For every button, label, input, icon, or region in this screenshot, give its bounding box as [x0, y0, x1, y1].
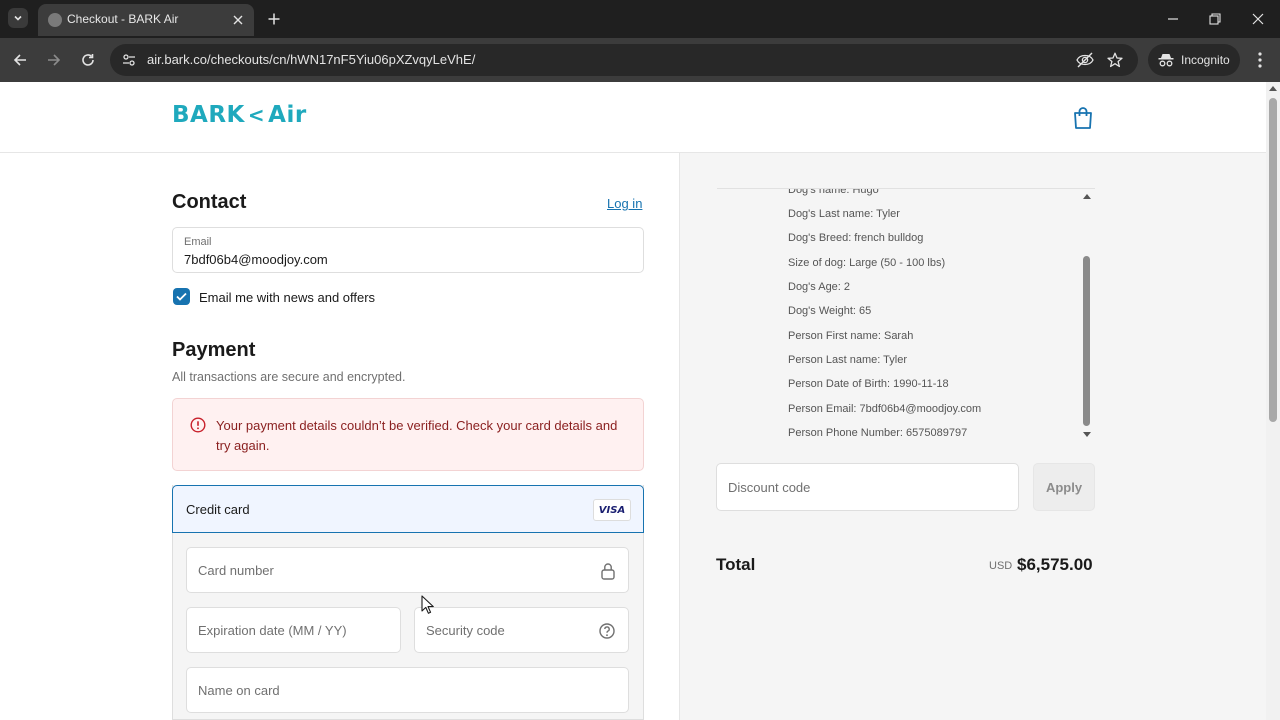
minimize-icon	[1168, 18, 1178, 20]
incognito-icon	[1158, 54, 1174, 67]
detail-line: Dog's Weight: 65	[788, 305, 872, 317]
tune-icon	[123, 54, 135, 66]
incognito-label: Incognito	[1181, 53, 1230, 67]
restore-button[interactable]	[1205, 9, 1225, 29]
newsletter-label[interactable]: Email me with news and offers	[199, 290, 375, 305]
security-code-placeholder: Security code	[426, 623, 505, 638]
incognito-indicator[interactable]: Incognito	[1148, 44, 1240, 76]
total-amount: $6,575.00	[1017, 555, 1093, 574]
cart-button[interactable]	[1072, 106, 1094, 130]
plus-icon	[268, 13, 280, 25]
expiration-date-input[interactable]: Expiration date (MM / YY)	[186, 607, 401, 653]
arrow-left-icon	[13, 54, 26, 66]
checkout-page: BARK < Air Contact Log in Email 7bdf06b4@m…	[0, 82, 1280, 720]
login-link[interactable]: Log in	[607, 196, 642, 211]
close-icon	[233, 15, 243, 25]
mouse-cursor-icon	[421, 595, 434, 614]
url-text[interactable]: air.bark.co/checkouts/cn/hWN17nF5Yiu06pX…	[147, 52, 475, 67]
address-bar[interactable]: air.bark.co/checkouts/cn/hWN17nF5Yiu06pX…	[110, 44, 1138, 76]
tab-search-button[interactable]	[8, 8, 28, 28]
scrollbar-thumb[interactable]	[1269, 98, 1277, 422]
detail-line: Dog's Breed: french bulldog	[788, 232, 924, 244]
email-field[interactable]: Email 7bdf06b4@moodjoy.com	[172, 227, 644, 273]
error-circle-icon	[190, 417, 206, 433]
back-button[interactable]	[9, 49, 31, 71]
credit-card-option[interactable]: Credit card VISA	[172, 485, 644, 533]
security-code-input[interactable]: Security code	[414, 607, 629, 653]
tab-close-button[interactable]	[230, 12, 246, 28]
logo-text-air: Air	[268, 102, 307, 128]
visa-icon: VISA	[593, 499, 631, 521]
detail-line: Person Email: 7bdf06b4@moodjoy.com	[788, 403, 982, 415]
shopping-bag-icon	[1074, 107, 1092, 129]
page-scrollbar[interactable]	[1266, 82, 1280, 720]
browser-toolbar: air.bark.co/checkouts/cn/hWN17nF5Yiu06pX…	[0, 38, 1280, 82]
detail-line: Dog's Last name: Tyler	[788, 208, 900, 220]
payment-heading: Payment	[172, 339, 256, 361]
card-number-input[interactable]: Card number	[186, 547, 629, 593]
card-number-placeholder: Card number	[198, 563, 274, 578]
credit-card-label: Credit card	[186, 502, 250, 517]
logo-separator: <	[247, 103, 266, 127]
logo-text-bark: BARK	[172, 102, 245, 128]
detail-line: Person Phone Number: 6575089797	[788, 427, 968, 439]
eye-off-icon	[1076, 52, 1094, 68]
tracking-protection-button[interactable]	[1076, 51, 1094, 69]
scroll-down-arrow-icon[interactable]	[1083, 432, 1091, 437]
name-on-card-input[interactable]: Name on card	[186, 667, 629, 713]
payment-error-banner: Your payment details couldn’t be verifie…	[172, 398, 644, 471]
name-on-card-placeholder: Name on card	[198, 683, 280, 698]
expiration-date-placeholder: Expiration date (MM / YY)	[198, 623, 347, 638]
site-header: BARK < Air	[0, 82, 1266, 153]
browser-menu-button[interactable]	[1250, 49, 1270, 71]
bookmark-button[interactable]	[1106, 51, 1124, 69]
minimize-button[interactable]	[1163, 9, 1183, 29]
close-icon	[1252, 13, 1264, 25]
globe-icon	[48, 13, 62, 27]
reload-icon	[82, 54, 94, 66]
site-info-button[interactable]	[120, 51, 138, 69]
detail-line: Dog's name: Hugo	[788, 188, 879, 196]
detail-line: Dog's Age: 2	[788, 281, 851, 293]
total-label: Total	[716, 555, 756, 574]
forward-button[interactable]	[43, 49, 65, 71]
newsletter-checkbox[interactable]	[173, 288, 190, 305]
close-window-button[interactable]	[1248, 9, 1268, 29]
star-icon	[1107, 52, 1123, 68]
detail-line: Size of dog: Large (50 - 100 lbs)	[788, 257, 946, 269]
discount-code-input[interactable]: Discount code	[716, 463, 1019, 511]
bark-air-logo[interactable]: BARK < Air	[172, 102, 307, 128]
new-tab-button[interactable]	[264, 9, 284, 29]
email-field-value[interactable]: 7bdf06b4@moodjoy.com	[184, 252, 328, 267]
detail-line: Person First name: Sarah	[788, 330, 914, 342]
scrollbar-thumb[interactable]	[1083, 256, 1090, 426]
browser-tab-bar: Checkout - BARK Air	[0, 0, 1280, 38]
scroll-up-arrow-icon[interactable]	[1269, 86, 1277, 91]
more-vertical-icon	[1258, 52, 1262, 68]
order-details-scrollbar[interactable]	[1081, 192, 1093, 440]
arrow-right-icon	[48, 54, 61, 66]
email-field-label: Email	[184, 236, 212, 248]
scroll-up-arrow-icon[interactable]	[1083, 194, 1091, 199]
currency-code: USD	[989, 560, 1013, 572]
browser-tab-active[interactable]: Checkout - BARK Air	[38, 4, 254, 36]
payment-error-text: Your payment details couldn’t be verifie…	[216, 418, 618, 453]
checkmark-icon	[176, 292, 187, 301]
restore-icon	[1209, 13, 1221, 25]
contact-heading: Contact	[172, 191, 247, 213]
order-details-list[interactable]: Dog's name: Hugo Dog's Last name: Tyler …	[717, 188, 1095, 440]
tab-title: Checkout - BARK Air	[67, 12, 179, 26]
discount-code-placeholder: Discount code	[728, 480, 811, 495]
help-circle-icon[interactable]	[599, 622, 615, 640]
payment-subtitle: All transactions are secure and encrypte…	[172, 370, 406, 384]
lock-icon	[601, 563, 615, 580]
apply-discount-button[interactable]: Apply	[1033, 463, 1095, 511]
detail-line: Person Date of Birth: 1990-11-18	[788, 378, 949, 390]
chevron-down-icon	[14, 15, 22, 21]
detail-line: Person Last name: Tyler	[788, 354, 908, 366]
reload-button[interactable]	[77, 49, 99, 71]
